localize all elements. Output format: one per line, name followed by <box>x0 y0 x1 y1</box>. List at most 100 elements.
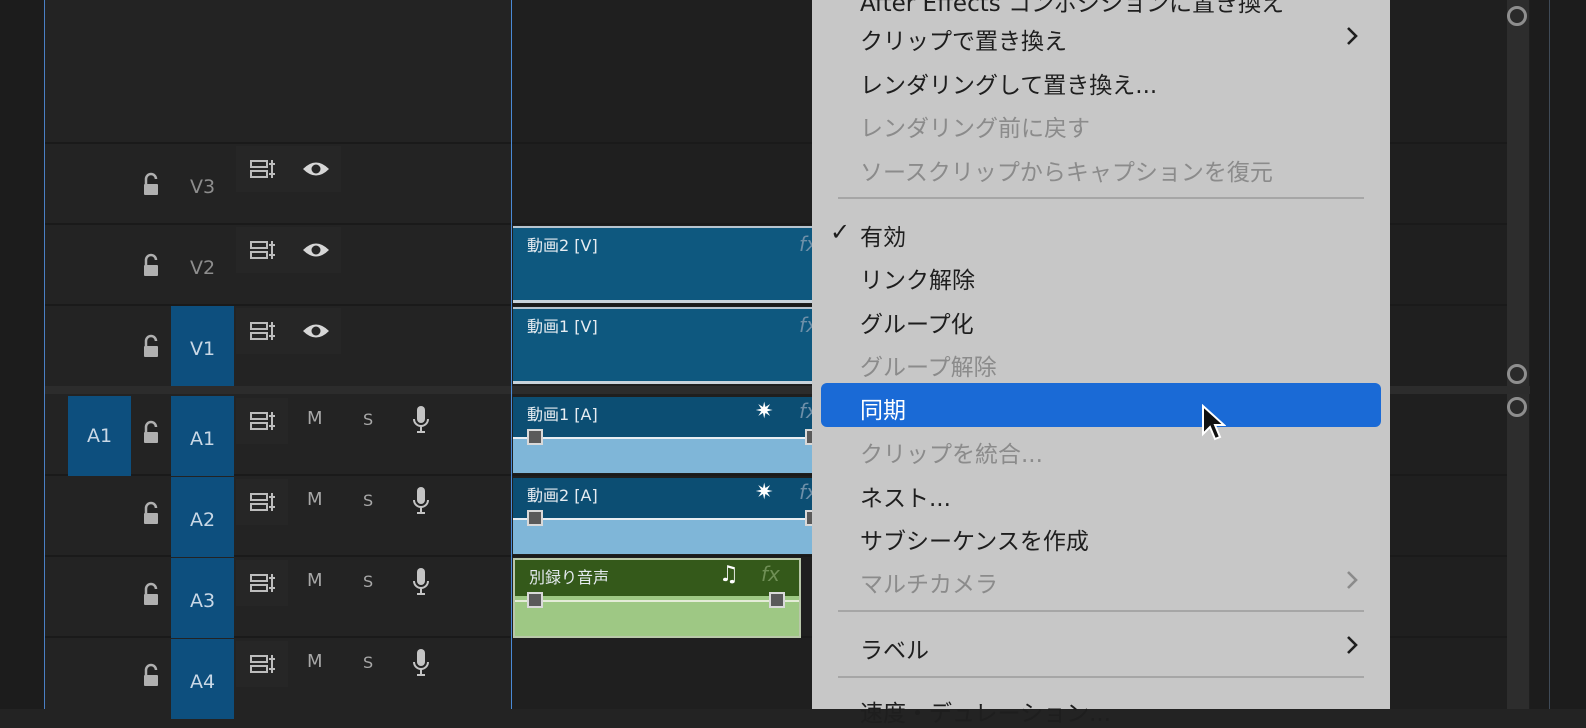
keyframe-handle[interactable] <box>527 429 543 445</box>
menu-item-render-and-replace[interactable]: レンダリングして置き換え... <box>860 66 1157 100</box>
menu-item-after-effects[interactable]: After Effects コンポジションに置き換え <box>860 0 1284 18</box>
unlock-icon[interactable] <box>140 253 162 279</box>
fx-badge-icon: fx <box>799 232 813 256</box>
timeline-header-area <box>45 0 511 143</box>
menu-separator <box>838 610 1364 612</box>
checkmark-icon: ✓ <box>830 218 851 246</box>
unlock-icon[interactable] <box>140 663 162 689</box>
menu-item-multi-camera: マルチカメラ <box>860 572 998 598</box>
clip-video-2[interactable]: 動画2 [V] fx <box>513 226 813 303</box>
audio-waveform <box>515 596 799 636</box>
track-name-a1[interactable]: A1 <box>171 396 234 476</box>
microphone-icon[interactable] <box>411 647 431 679</box>
track-name-v3[interactable]: V3 <box>171 144 234 224</box>
audio-waveform <box>513 520 813 554</box>
volume-keyline[interactable] <box>513 437 813 439</box>
menu-item-synchronize[interactable]: 同期 <box>821 383 1381 427</box>
clip-label: 動画2 [V] <box>527 236 598 255</box>
menu-item-replace-with-clip[interactable]: クリップで置き換え <box>860 22 1067 56</box>
menu-separator <box>838 676 1364 678</box>
fx-badge-icon: fx <box>799 399 813 423</box>
zoom-handle-audio-top[interactable] <box>1507 397 1527 417</box>
microphone-icon[interactable] <box>411 404 431 436</box>
menu-item-restore-captions: ソースクリップからキャプションを復元 <box>860 160 1273 186</box>
track-name-v1[interactable]: V1 <box>171 306 234 386</box>
track-header-a4: A4 M S <box>45 639 511 719</box>
fx-badge-icon: fx <box>799 313 813 337</box>
solo-button[interactable]: S <box>363 653 373 672</box>
volume-keyline[interactable] <box>513 518 813 520</box>
solo-button[interactable]: S <box>363 491 373 510</box>
solo-button[interactable]: S <box>363 572 373 591</box>
effect-star-icon: ✷ <box>755 480 774 505</box>
sync-lock-icon[interactable] <box>249 410 277 432</box>
eye-icon[interactable] <box>301 239 331 261</box>
panel-right-border <box>1530 0 1586 709</box>
menu-item-unlink[interactable]: リンク解除 <box>860 261 975 295</box>
unlock-icon[interactable] <box>140 501 162 527</box>
unlock-icon[interactable] <box>140 172 162 198</box>
fx-badge-icon: fx <box>761 562 780 586</box>
zoom-handle-top[interactable] <box>1507 6 1527 26</box>
mouse-cursor-icon <box>1202 404 1226 441</box>
sync-lock-icon[interactable] <box>249 239 277 261</box>
menu-item-make-subsequence[interactable]: サブシーケンスを作成 <box>860 522 1089 556</box>
zoom-handle-video-bottom[interactable] <box>1507 364 1527 384</box>
mute-button[interactable]: M <box>307 651 323 672</box>
music-note-icon: ♫ <box>719 562 739 587</box>
track-header-a1: A1 A1 M S <box>45 396 511 476</box>
clip-label: 別録り音声 <box>529 568 610 587</box>
menu-item-enable[interactable]: 有効 <box>860 218 906 252</box>
source-patch-a1[interactable]: A1 <box>68 396 131 476</box>
track-name-a2[interactable]: A2 <box>171 477 234 557</box>
menu-item-label[interactable]: ラベル <box>860 631 929 665</box>
mute-button[interactable]: M <box>307 489 323 510</box>
menu-item-restore-unrendered: レンダリング前に戻す <box>860 116 1090 142</box>
menu-item-merge-clips: クリップを統合... <box>860 442 1043 468</box>
unlock-icon[interactable] <box>140 334 162 360</box>
track-name-a3[interactable]: A3 <box>171 558 234 638</box>
chevron-right-icon <box>1347 636 1358 654</box>
menu-item-nest[interactable]: ネスト... <box>860 479 951 513</box>
fx-badge-icon: fx <box>799 480 813 504</box>
eye-icon[interactable] <box>301 158 331 180</box>
track-name-v2[interactable]: V2 <box>171 225 234 305</box>
microphone-icon[interactable] <box>411 566 431 598</box>
panel-edge-line <box>1549 0 1550 709</box>
chevron-right-icon <box>1347 571 1358 589</box>
solo-button[interactable]: S <box>363 410 373 429</box>
sync-lock-icon[interactable] <box>249 320 277 342</box>
eye-icon[interactable] <box>301 320 331 342</box>
keyframe-handle[interactable] <box>527 510 543 526</box>
sync-lock-icon[interactable] <box>249 653 277 675</box>
keyframe-handle[interactable] <box>527 592 543 608</box>
clip-audio-2[interactable]: 動画2 [A] ✷ fx <box>513 478 813 554</box>
clip-label: 動画1 [A] <box>527 405 598 424</box>
track-header-a3: A3 M S <box>45 558 511 638</box>
mute-button[interactable]: M <box>307 570 323 591</box>
volume-keyline[interactable] <box>515 600 799 602</box>
sync-lock-icon[interactable] <box>249 572 277 594</box>
chevron-right-icon <box>1347 27 1358 45</box>
menu-item-group[interactable]: グループ化 <box>860 305 974 339</box>
sync-lock-icon[interactable] <box>249 491 277 513</box>
clip-audio-separate[interactable]: 別録り音声 ♫ fx <box>513 558 801 638</box>
vertical-zoom-scrollbar[interactable] <box>1507 0 1529 709</box>
menu-item-speed-duration[interactable]: 速度・デュレーション... <box>860 694 1111 728</box>
menu-item-ungroup: グループ解除 <box>860 355 997 381</box>
clip-audio-1[interactable]: 動画1 [A] ✷ fx <box>513 397 813 473</box>
sync-lock-icon[interactable] <box>249 158 277 180</box>
keyframe-handle[interactable] <box>769 592 785 608</box>
clip-video-1[interactable]: 動画1 [V] fx <box>513 307 813 384</box>
track-header-a2: A2 M S <box>45 477 511 557</box>
effect-star-icon: ✷ <box>755 399 774 424</box>
mute-button[interactable]: M <box>307 408 323 429</box>
track-header-v2: V2 <box>45 225 511 305</box>
panel-left-border <box>0 0 44 709</box>
unlock-icon[interactable] <box>140 420 162 446</box>
track-name-a4[interactable]: A4 <box>171 639 234 719</box>
unlock-icon[interactable] <box>140 582 162 608</box>
context-menu: After Effects コンポジションに置き換え クリップで置き換え レンダ… <box>812 0 1390 727</box>
microphone-icon[interactable] <box>411 485 431 517</box>
clip-label: 動画2 [A] <box>527 486 598 505</box>
